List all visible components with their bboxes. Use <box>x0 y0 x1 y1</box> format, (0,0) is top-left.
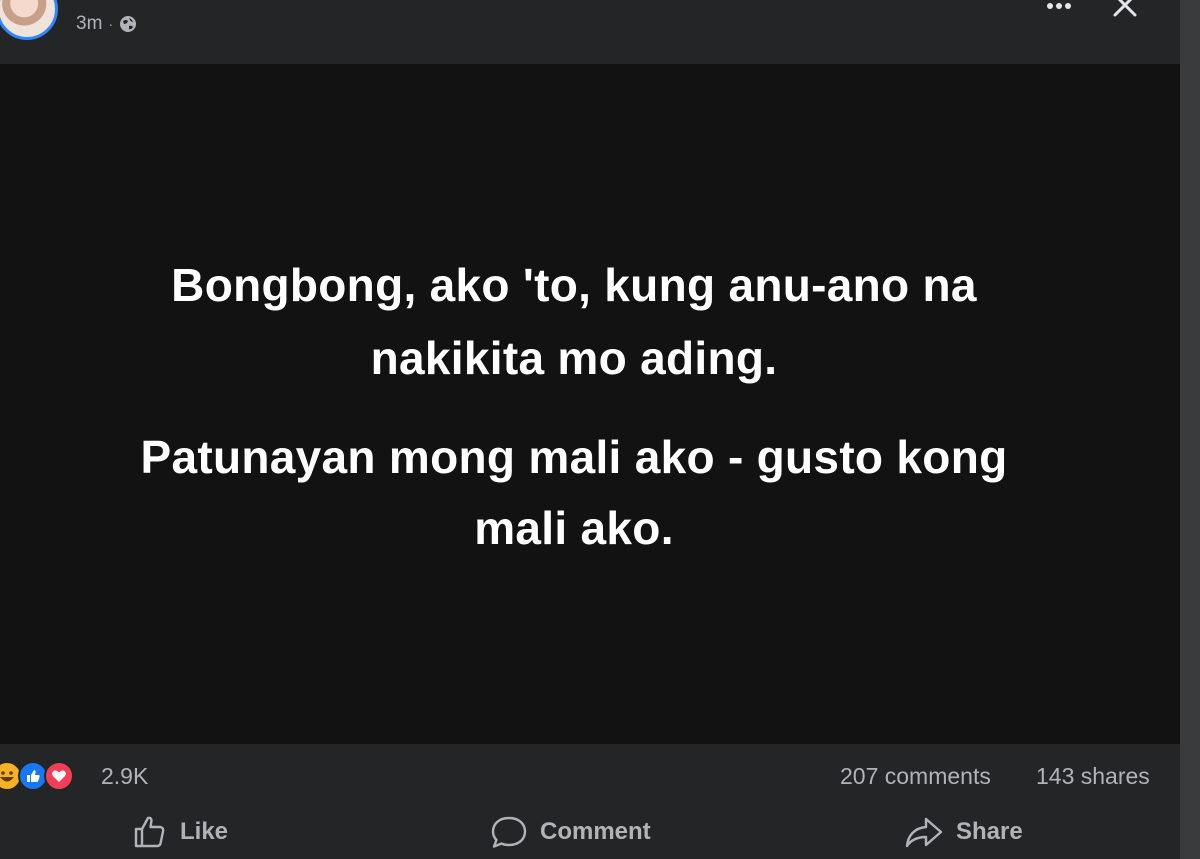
like-icon <box>132 814 168 850</box>
post-text-line: mali ako. <box>474 502 674 554</box>
post-stats: 2.9K 207 comments 143 shares <box>0 744 1180 806</box>
share-icon <box>904 814 944 850</box>
post-timestamp[interactable]: 3m <box>76 13 102 35</box>
share-button[interactable]: Share <box>904 814 1023 850</box>
like-label: Like <box>180 818 229 845</box>
avatar[interactable] <box>0 0 58 40</box>
globe-icon[interactable] <box>119 15 137 33</box>
more-options-icon[interactable] <box>1042 0 1078 18</box>
shares-count-link[interactable]: 143 shares <box>1036 763 1150 790</box>
love-reaction-icon <box>44 761 74 791</box>
post-viewer: 3m · Bongbong, ako 'to, kung anu-ano na <box>0 0 1200 859</box>
like-button[interactable]: Like <box>132 814 228 850</box>
post-meta: 3m · <box>76 13 137 35</box>
post-text-background[interactable]: Bongbong, ako 'to, kung anu-ano na nakik… <box>0 64 1180 744</box>
scrollbar-track[interactable] <box>1180 0 1200 859</box>
post-text-line: Patunayan mong mali ako - gusto kong <box>140 431 1008 483</box>
reactions-count[interactable]: 2.9K <box>101 763 148 790</box>
meta-separator: · <box>108 16 114 32</box>
post-actions: Like Comment Share <box>0 806 1180 859</box>
close-icon[interactable] <box>1108 0 1144 24</box>
comment-label: Comment <box>540 818 651 845</box>
post-text-line: nakikita mo ading. <box>370 332 778 384</box>
share-label: Share <box>956 818 1023 845</box>
comments-count-link[interactable]: 207 comments <box>840 763 991 790</box>
comment-icon <box>490 814 528 850</box>
comment-button[interactable]: Comment <box>490 814 651 850</box>
reactions-summary[interactable] <box>0 761 74 791</box>
post-text-line: Bongbong, ako 'to, kung anu-ano na <box>171 259 977 311</box>
post-header: 3m · <box>0 0 1180 64</box>
